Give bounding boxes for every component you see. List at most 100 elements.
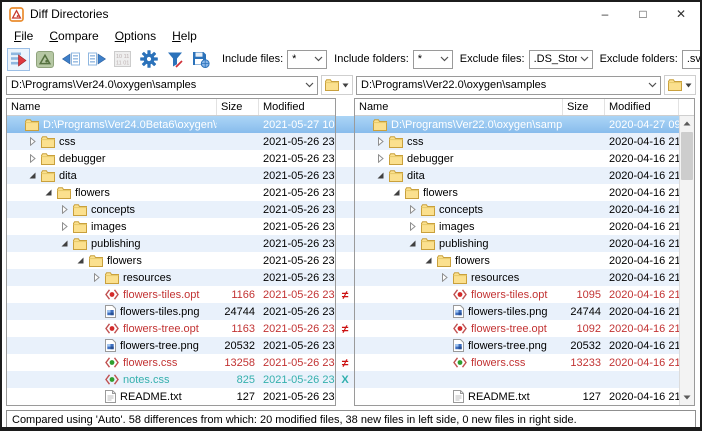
column-header-size[interactable]: Size xyxy=(563,99,605,115)
right-browse-folder-button[interactable] xyxy=(664,75,696,95)
vertical-scrollbar[interactable] xyxy=(679,116,694,405)
expand-arrow-icon[interactable] xyxy=(27,137,37,146)
tree-row[interactable]: resources2021-05-26 23:24... xyxy=(7,269,335,286)
copy-change-from-left-to-right-button[interactable] xyxy=(85,48,108,71)
tree-row[interactable]: css2020-04-16 21:05... xyxy=(355,133,679,150)
tree-row[interactable]: D:\Programs\Ver24.0Beta6\oxygen\samples2… xyxy=(7,116,335,133)
tree-row[interactable]: publishing2021-05-26 23:24... xyxy=(7,235,335,252)
tree-row[interactable]: flowers-tree.opt11632021-05-26 23:24... xyxy=(7,320,335,337)
copy-change-from-left-to-right-icon xyxy=(88,52,106,66)
item-name: flowers xyxy=(107,255,142,267)
scroll-up-button[interactable] xyxy=(680,116,694,131)
show-filters-button[interactable] xyxy=(163,48,186,71)
tree-row[interactable]: dita2021-05-26 23:24... xyxy=(7,167,335,184)
tree-row[interactable]: flowers-tiles.png247442020-04-16 21:05..… xyxy=(355,303,679,320)
left-path-combobox[interactable]: D:\Programs\Ver24.0\oxygen\samples xyxy=(6,76,318,95)
minimize-button[interactable]: – xyxy=(586,2,624,26)
tree-row[interactable]: flowers2020-04-16 21:05... xyxy=(355,184,679,201)
tree-row[interactable]: flowers-tree.png205322021-05-26 23:24... xyxy=(7,337,335,354)
include-folders-combobox[interactable]: * xyxy=(413,50,453,69)
chevron-down-icon[interactable] xyxy=(302,82,317,88)
oxygen-app-icon xyxy=(9,7,24,22)
tree-row[interactable]: concepts2021-05-26 23:24... xyxy=(7,201,335,218)
tree-row[interactable]: debugger2020-04-16 21:05... xyxy=(355,150,679,167)
tree-row[interactable]: images2021-05-26 23:24... xyxy=(7,218,335,235)
tree-row[interactable]: flowers-tree.opt10922020-04-16 21:05... xyxy=(355,320,679,337)
scroll-down-button[interactable] xyxy=(680,390,694,405)
close-button[interactable]: ✕ xyxy=(662,2,700,26)
tree-row[interactable]: flowers2020-04-16 21:05... xyxy=(355,252,679,269)
menu-options[interactable]: Options xyxy=(107,28,164,44)
tree-row[interactable]: README.txt1272021-05-26 23:24... xyxy=(7,388,335,405)
menu-help[interactable]: Help xyxy=(164,28,205,44)
item-size: 13233 xyxy=(563,357,605,369)
collapse-arrow-icon[interactable] xyxy=(391,188,401,197)
chevron-down-icon[interactable] xyxy=(645,82,660,88)
tree-row[interactable]: dita2020-04-16 21:05... xyxy=(355,167,679,184)
item-name: dita xyxy=(407,170,425,182)
column-header-modified[interactable]: Modified xyxy=(259,99,335,115)
tree-row[interactable]: concepts2020-04-16 21:05... xyxy=(355,201,679,218)
tree-row[interactable]: publishing2020-04-16 21:05... xyxy=(355,235,679,252)
collapse-arrow-icon[interactable] xyxy=(43,188,53,197)
exclude-files-combobox[interactable]: .DS_Store xyxy=(529,50,593,69)
tree-row[interactable]: notes.css8252021-05-26 23:24... xyxy=(7,371,335,388)
perform-directories-comparison-button[interactable] xyxy=(7,48,30,71)
png-file-icon xyxy=(453,305,464,318)
folder-icon xyxy=(325,79,339,91)
exclude-folders-combobox[interactable]: .svn,_svn,.git xyxy=(682,50,702,69)
chevron-down-icon[interactable] xyxy=(437,56,452,62)
tree-row[interactable]: D:\Programs\Ver22.0\oxygen\samples2020-0… xyxy=(355,116,679,133)
tree-row[interactable]: css2021-05-26 23:24... xyxy=(7,133,335,150)
comparison-options-button[interactable] xyxy=(137,48,160,71)
copy-change-from-right-to-left-button[interactable] xyxy=(59,48,82,71)
save-filters-button[interactable] xyxy=(189,48,212,71)
tree-row[interactable]: flowers.css132582021-05-26 23:24... xyxy=(7,354,335,371)
tree-row[interactable]: README.txt1272020-04-16 21:05... xyxy=(355,388,679,405)
tree-row[interactable]: debugger2021-05-26 23:24... xyxy=(7,150,335,167)
expand-arrow-icon[interactable] xyxy=(375,154,385,163)
chevron-down-icon[interactable] xyxy=(577,56,592,62)
tree-row[interactable]: flowers-tiles.opt10952020-04-16 21:05... xyxy=(355,286,679,303)
expand-arrow-icon[interactable] xyxy=(27,154,37,163)
item-modified: 2021-05-26 23:24... xyxy=(259,238,335,250)
perform-files-comparison-button[interactable] xyxy=(33,48,56,71)
tree-row[interactable]: resources2020-04-16 21:05... xyxy=(355,269,679,286)
expand-arrow-icon[interactable] xyxy=(407,205,417,214)
collapse-arrow-icon[interactable] xyxy=(407,239,417,248)
only-in-left-icon: X xyxy=(341,374,348,386)
save-filters-icon xyxy=(192,51,210,68)
column-header-name[interactable]: Name xyxy=(7,99,217,115)
item-name: flowers.css xyxy=(471,357,525,369)
column-header-modified[interactable]: Modified xyxy=(605,99,679,115)
expand-arrow-icon[interactable] xyxy=(375,137,385,146)
expand-arrow-icon[interactable] xyxy=(59,222,69,231)
expand-arrow-icon[interactable] xyxy=(439,273,449,282)
column-header-name[interactable]: Name xyxy=(355,99,563,115)
collapse-arrow-icon[interactable] xyxy=(423,256,433,265)
expand-arrow-icon[interactable] xyxy=(59,205,69,214)
tree-row[interactable]: flowers2021-05-26 23:24... xyxy=(7,184,335,201)
collapse-arrow-icon[interactable] xyxy=(375,171,385,180)
tree-row[interactable]: flowers-tree.png205322020-04-16 21:05... xyxy=(355,337,679,354)
expand-arrow-icon[interactable] xyxy=(91,273,101,282)
tree-row[interactable]: flowers2021-05-26 23:24... xyxy=(7,252,335,269)
tree-row[interactable]: flowers-tiles.opt11662021-05-26 23:24... xyxy=(7,286,335,303)
collapse-arrow-icon[interactable] xyxy=(59,239,69,248)
left-browse-folder-button[interactable] xyxy=(321,75,353,95)
chevron-down-icon[interactable] xyxy=(311,56,326,62)
menu-compare[interactable]: Compare xyxy=(41,28,106,44)
collapse-arrow-icon[interactable] xyxy=(27,171,37,180)
include-files-combobox[interactable]: * xyxy=(287,50,327,69)
tree-row[interactable]: images2020-04-16 21:05... xyxy=(355,218,679,235)
tree-row[interactable]: flowers.css132332020-04-16 21:05... xyxy=(355,354,679,371)
scrollbar-thumb[interactable] xyxy=(681,132,693,180)
menu-file[interactable]: File xyxy=(6,28,41,44)
column-header-size[interactable]: Size xyxy=(217,99,259,115)
right-path-combobox[interactable]: D:\Programs\Ver22.0\oxygen\samples xyxy=(356,76,661,95)
maximize-button[interactable]: □ xyxy=(624,2,662,26)
expand-arrow-icon[interactable] xyxy=(407,222,417,231)
item-name: debugger xyxy=(59,153,106,165)
tree-row[interactable]: flowers-tiles.png247442021-05-26 23:24..… xyxy=(7,303,335,320)
collapse-arrow-icon[interactable] xyxy=(75,256,85,265)
